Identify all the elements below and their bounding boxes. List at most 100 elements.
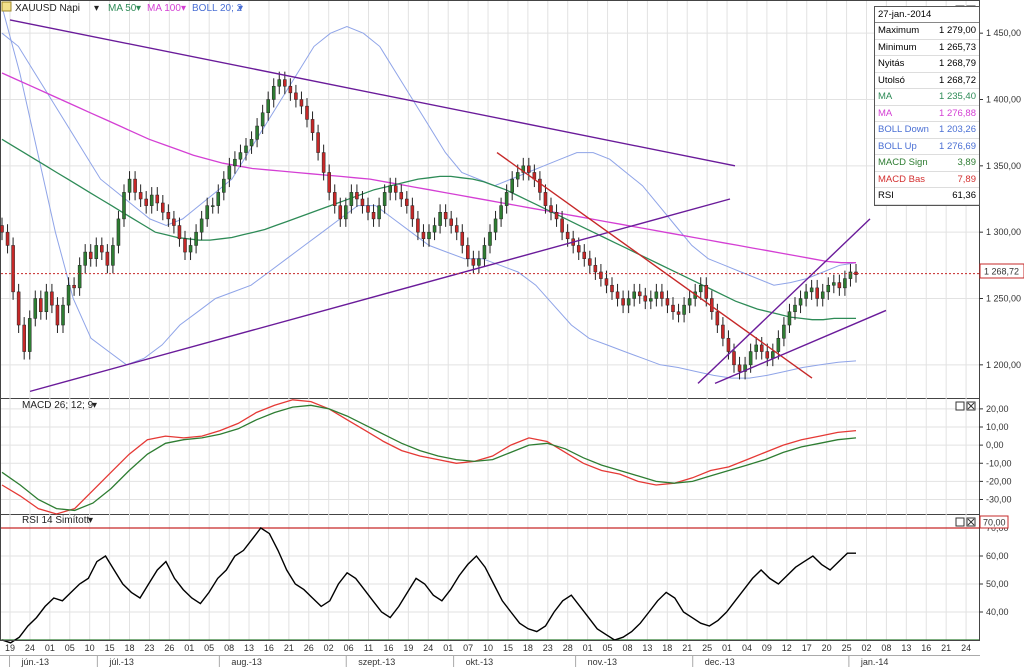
candle-body xyxy=(665,298,670,306)
candle-body xyxy=(327,172,331,193)
maximize-icon[interactable] xyxy=(955,401,965,411)
info-row: MACD Sign 3,89 xyxy=(875,155,979,172)
info-row: RSI 61,36 xyxy=(875,188,979,205)
candle-body xyxy=(332,192,337,206)
symbol-label[interactable]: XAUUSD Napi xyxy=(15,3,80,14)
candle-body xyxy=(77,265,82,289)
y-tick-label: 40,00 xyxy=(986,607,1009,617)
candle-body xyxy=(5,231,10,246)
candle-body xyxy=(549,205,553,213)
info-row-label: BOLL Down xyxy=(878,124,929,135)
candle-body xyxy=(222,178,226,193)
y-tick-label: 10,00 xyxy=(986,422,1009,432)
x-tick-label: 06 xyxy=(344,643,354,653)
candle-body xyxy=(687,298,692,306)
info-row: MACD Bas 7,89 xyxy=(875,172,979,188)
x-tick-label: 02 xyxy=(861,643,871,653)
info-row-value: 1 276,69 xyxy=(939,140,976,152)
x-tick-label: 01 xyxy=(722,643,732,653)
y-tick-label: 1 250,00 xyxy=(986,294,1021,304)
info-header: 27-jan.-2014 xyxy=(875,7,979,23)
x-tick-label: 21 xyxy=(682,643,692,653)
y-tick-label: 1 300,00 xyxy=(986,227,1021,237)
candle-body xyxy=(44,291,49,313)
candle-body xyxy=(576,245,581,253)
candle-body xyxy=(188,245,193,253)
candle-body xyxy=(344,205,348,220)
candle-body xyxy=(493,218,498,233)
candle-body xyxy=(610,284,614,293)
x-tick-label: 01 xyxy=(443,643,453,653)
candle-body xyxy=(820,291,825,299)
x-tick-label: 26 xyxy=(164,643,174,653)
candle-body xyxy=(371,212,376,220)
x-tick-label: 13 xyxy=(244,643,254,653)
candle-body xyxy=(771,351,775,359)
candle-body xyxy=(161,202,165,213)
candle-body xyxy=(599,271,603,279)
y-tick-label: 20,00 xyxy=(986,404,1009,414)
info-row-label: BOLL Up xyxy=(878,140,917,152)
x-tick-label: 13 xyxy=(642,643,652,653)
info-row-value: 1 265,73 xyxy=(939,41,976,53)
x-tick-label: 21 xyxy=(284,643,294,653)
dropdown-arrow-icon[interactable]: ▾ xyxy=(88,515,93,526)
ma100-label[interactable]: MA 100 xyxy=(147,3,181,14)
candle-body xyxy=(61,304,65,326)
candle-body xyxy=(754,344,758,352)
candle-body xyxy=(715,311,720,326)
x-month-label: júl.-13 xyxy=(108,657,134,667)
candle-body xyxy=(759,344,764,352)
candle-body xyxy=(582,251,587,259)
candle-body xyxy=(538,178,542,193)
dropdown-arrow-icon[interactable]: ▾ xyxy=(181,3,186,14)
toolbar: XAUUSD Napi ▾ MA 50 ▾ MA 100 ▾ BOLL 20; … xyxy=(1,1,243,14)
dropdown-arrow-icon[interactable]: ▾ xyxy=(136,3,141,14)
x-month-label: okt.-13 xyxy=(466,657,494,667)
candle-body xyxy=(588,258,592,266)
x-tick-label: 05 xyxy=(65,643,75,653)
info-row: Utolsó 1 268,72 xyxy=(875,73,979,89)
candle-body xyxy=(443,212,448,220)
x-tick-label: 13 xyxy=(901,643,911,653)
candle-body xyxy=(294,92,298,100)
candle-body xyxy=(205,205,209,220)
candle-body xyxy=(249,139,254,147)
ma50-label[interactable]: MA 50 xyxy=(108,3,137,14)
candle-body xyxy=(194,231,198,246)
x-tick-label: 15 xyxy=(503,643,513,653)
candle-body xyxy=(466,245,470,259)
candle-body xyxy=(39,298,43,313)
candle-body xyxy=(55,304,60,326)
candle-body xyxy=(621,298,625,306)
x-tick-label: 23 xyxy=(144,643,154,653)
candle-body xyxy=(111,245,115,266)
candle-body xyxy=(210,205,215,207)
candle-body xyxy=(682,304,686,315)
candle-body xyxy=(737,364,742,372)
macd-title[interactable]: MACD 26; 12; 9 xyxy=(22,400,94,411)
candle-body xyxy=(183,238,187,253)
y-tick-label: -30,00 xyxy=(986,495,1012,505)
candle-body xyxy=(832,282,836,286)
candle-body xyxy=(765,351,770,359)
rsi-level-label: 70,00 xyxy=(983,518,1006,528)
candle-body xyxy=(787,311,792,326)
rsi-title[interactable]: RSI 14 Simított xyxy=(22,515,89,526)
x-tick-label: 24 xyxy=(25,643,35,653)
dropdown-arrow-icon[interactable]: ▾ xyxy=(94,3,99,14)
x-tick-label: 26 xyxy=(304,643,314,653)
candle-body xyxy=(349,192,354,206)
candle-body xyxy=(782,324,786,339)
maximize-icon[interactable] xyxy=(955,517,965,527)
x-tick-label: 28 xyxy=(563,643,573,653)
candle-body xyxy=(776,338,781,352)
info-row-label: Minimum xyxy=(878,41,917,53)
candle-body xyxy=(94,245,99,259)
info-row-value: 3,89 xyxy=(957,157,977,168)
candle-body xyxy=(149,194,154,206)
boll-label[interactable]: BOLL 20; 2 xyxy=(192,3,243,14)
dropdown-arrow-icon[interactable]: ▾ xyxy=(92,400,97,411)
candle-body xyxy=(410,205,415,220)
dropdown-arrow-icon[interactable]: ▾ xyxy=(238,3,243,14)
